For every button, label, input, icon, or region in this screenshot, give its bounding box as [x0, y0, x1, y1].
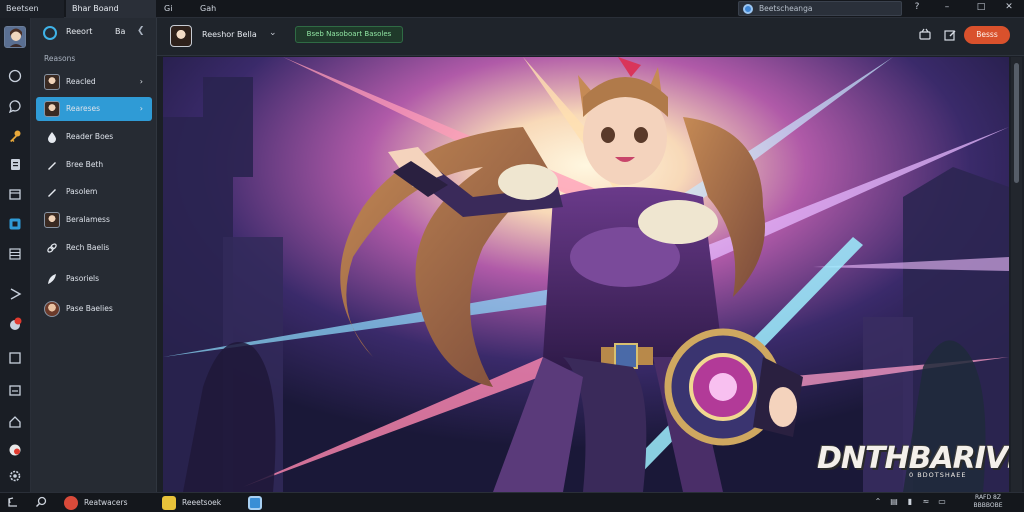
taskbar-app-label: Reatwacers — [84, 498, 128, 507]
sidebar-item-label: Bree Beth — [66, 160, 104, 169]
avatar-icon — [44, 74, 60, 90]
sidebar-item-1[interactable]: Reacled › — [36, 70, 152, 94]
app-icon — [64, 496, 78, 510]
sidebar-item-label: Pasoriels — [66, 274, 100, 283]
wifi-icon[interactable]: ≈ — [920, 497, 932, 509]
icon-rail — [0, 18, 31, 492]
taskbar-clock[interactable]: RAFD 8Z BBBBOBE — [958, 494, 1018, 510]
sidebar-item-8[interactable]: Pasoriels — [36, 267, 152, 291]
sidebar: Reeort Ba ❮ Reasons Reacled › Reareses ›… — [31, 18, 157, 492]
grid-icon[interactable] — [7, 246, 23, 262]
browser-tab-4[interactable]: Gah — [194, 0, 230, 18]
edit-icon[interactable] — [942, 28, 958, 44]
sidebar-item-label: Reader Boes — [66, 132, 114, 141]
window-icon[interactable] — [7, 350, 23, 366]
settings-gear-icon[interactable] — [7, 468, 23, 484]
app-icon — [248, 496, 262, 510]
chrome-icon[interactable] — [7, 442, 23, 458]
volume-icon[interactable]: ▮ — [904, 497, 916, 509]
sidebar-item-label: Beralamess — [66, 215, 110, 224]
sidebar-item-label: Pase Baelies — [66, 304, 113, 313]
chevron-right-icon: › — [139, 77, 143, 86]
status-badge[interactable]: Bseb Nasoboart Basoles — [295, 26, 403, 43]
app-name: Reeort — [66, 27, 93, 36]
artwork-image: DNTHBARIVRE 0 BDOTSHAEE — [163, 57, 1009, 492]
browser-tab-1[interactable]: Beetsen — [0, 0, 64, 18]
sidebar-item-3[interactable]: Reader Boes — [36, 125, 152, 149]
key-icon[interactable] — [7, 128, 23, 144]
search-icon[interactable] — [34, 496, 48, 510]
help-button[interactable]: ? — [906, 0, 928, 14]
title-bar: Beetsen Bhar Boand Gi Gah Beetscheanga ?… — [0, 0, 1024, 18]
search-icon — [743, 4, 753, 14]
sidebar-item-label: Reacled — [66, 77, 96, 86]
document-icon[interactable] — [7, 156, 23, 172]
chat-icon[interactable] — [7, 98, 23, 114]
app-count: Ba — [115, 27, 126, 36]
avatar-icon — [44, 212, 60, 228]
taskbar-app-3[interactable] — [248, 495, 264, 511]
primary-action-button[interactable]: Besss — [964, 26, 1010, 44]
drop-icon — [44, 129, 60, 145]
clock-date: BBBBOBE — [973, 502, 1003, 509]
calendar-icon[interactable] — [7, 382, 23, 398]
taskbar-app-2[interactable]: Reeetsoek — [162, 495, 242, 511]
title-search-text: Beetscheanga — [759, 4, 813, 13]
notification-icon[interactable] — [7, 316, 23, 332]
title-search-box[interactable]: Beetscheanga — [738, 1, 902, 16]
taskbar-app-1[interactable]: Reatwacers — [64, 495, 154, 511]
avatar-round-icon — [44, 301, 60, 317]
close-button[interactable]: ✕ — [998, 0, 1020, 14]
feather-icon — [44, 271, 60, 287]
send-icon[interactable] — [7, 286, 23, 302]
content-header: Reeshor Bella ⌄ Bseb Nasoboart Basoles B… — [157, 18, 1024, 56]
sidebar-item-label: Pasolem — [66, 187, 98, 196]
user-avatar[interactable] — [4, 26, 26, 48]
home-icon[interactable] — [7, 68, 23, 84]
sidebar-item-4[interactable]: Bree Beth — [36, 153, 152, 177]
chevron-down-icon[interactable]: ⌄ — [269, 28, 277, 38]
pen-icon — [44, 157, 60, 173]
artwork-subtitle: 0 BDOTSHAEE — [909, 471, 967, 479]
sidebar-header: Reeort Ba ❮ — [31, 18, 157, 50]
clock-time: RAFD 8Z — [975, 494, 1001, 501]
sidebar-item-6[interactable]: Beralamess — [36, 208, 152, 232]
chevron-left-icon[interactable]: ❮ — [137, 26, 145, 36]
sidebar-item-5[interactable]: Pasolem — [36, 180, 152, 204]
sidebar-item-7[interactable]: Rech Baelis — [36, 236, 152, 260]
channel-title: Reeshor Bella — [202, 30, 257, 39]
taskbar-app-label: Reeetsoek — [182, 498, 222, 507]
avatar-icon — [44, 101, 60, 117]
tray-up-icon[interactable]: ⌃ — [872, 497, 884, 509]
sidebar-section-title: Reasons — [44, 54, 76, 63]
channel-avatar[interactable] — [170, 25, 192, 47]
sidebar-item-label: Reareses — [66, 104, 101, 113]
screen-share-icon[interactable] — [917, 28, 933, 44]
browser-tab-2[interactable]: Bhar Boand — [66, 0, 156, 18]
app-window: Beetsen Bhar Boand Gi Gah Beetscheanga ?… — [0, 0, 1024, 512]
chevron-right-icon: › — [139, 104, 143, 113]
scrollbar-thumb[interactable] — [1014, 63, 1019, 183]
content-scrollbar[interactable] — [1011, 57, 1022, 492]
box-icon[interactable] — [7, 186, 23, 202]
taskbar: Reatwacers Reeetsoek ⌃ ▤ ▮ ≈ ▭ RAFD 8Z B… — [0, 492, 1024, 512]
start-icon[interactable] — [6, 496, 20, 510]
app-logo-icon — [43, 26, 57, 40]
sidebar-item-label: Rech Baelis — [66, 243, 110, 252]
pen-icon — [44, 184, 60, 200]
browser-tab-3[interactable]: Gi — [158, 0, 194, 18]
battery-icon[interactable]: ▭ — [936, 497, 948, 509]
link-icon — [44, 240, 60, 256]
artwork-illustration — [163, 57, 1009, 492]
app-square-icon[interactable] — [7, 216, 23, 232]
network-icon[interactable]: ▤ — [888, 497, 900, 509]
app-icon — [162, 496, 176, 510]
maximize-button[interactable]: □ — [970, 0, 992, 14]
sidebar-item-9[interactable]: Pase Baelies — [36, 297, 152, 321]
sidebar-item-2[interactable]: Reareses › — [36, 97, 152, 121]
minimize-button[interactable]: – — [936, 0, 958, 14]
home-outline-icon[interactable] — [7, 414, 23, 430]
